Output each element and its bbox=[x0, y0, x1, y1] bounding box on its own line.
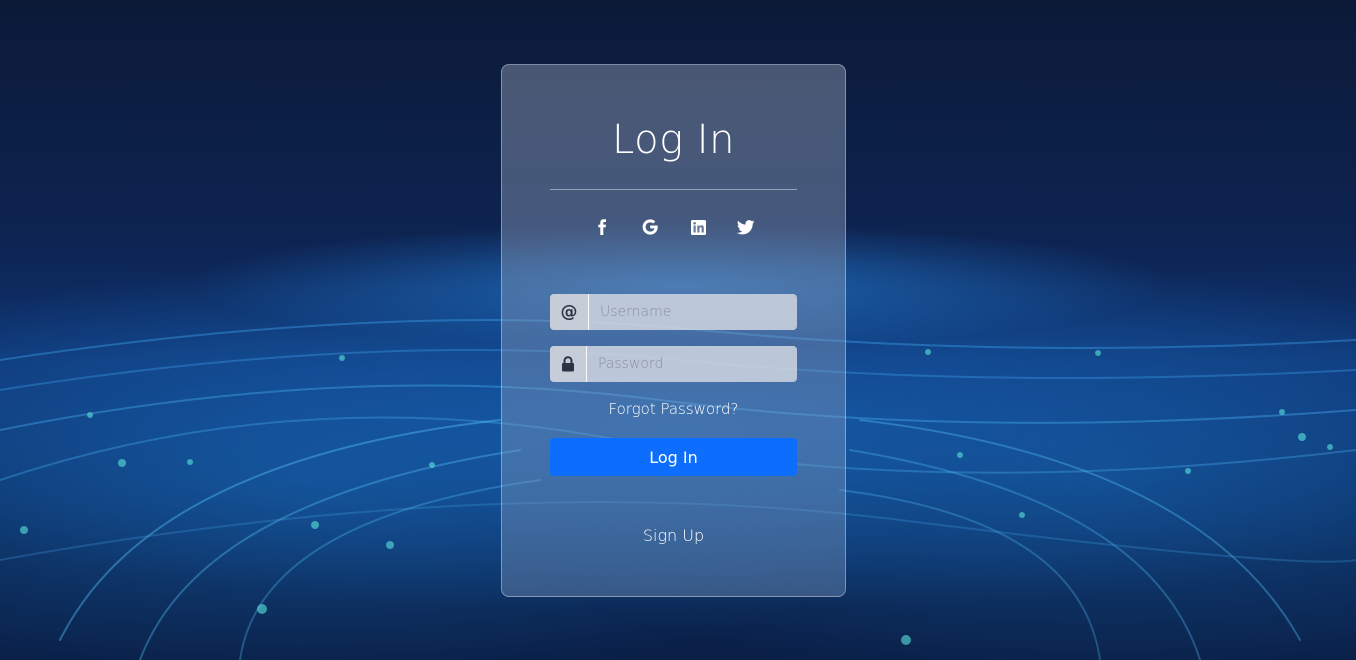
twitter-icon[interactable] bbox=[734, 215, 758, 239]
username-field: @ bbox=[550, 294, 797, 330]
at-icon: @ bbox=[550, 294, 589, 330]
password-input[interactable] bbox=[587, 346, 797, 382]
sign-up-link[interactable]: Sign Up bbox=[502, 526, 845, 545]
password-field bbox=[550, 346, 797, 382]
username-input[interactable] bbox=[589, 294, 797, 330]
linkedin-icon[interactable] bbox=[686, 215, 710, 239]
google-icon[interactable] bbox=[638, 215, 662, 239]
page-title: Log In bbox=[612, 117, 735, 163]
social-login-group bbox=[502, 215, 845, 239]
divider bbox=[550, 189, 797, 190]
forgot-password-link[interactable]: Forgot Password? bbox=[502, 400, 845, 418]
login-button[interactable]: Log In bbox=[550, 438, 797, 476]
lock-icon bbox=[550, 346, 587, 382]
login-card: Log In @ Forgot Password? Log In Sign Up bbox=[501, 64, 846, 597]
facebook-icon[interactable] bbox=[590, 215, 614, 239]
